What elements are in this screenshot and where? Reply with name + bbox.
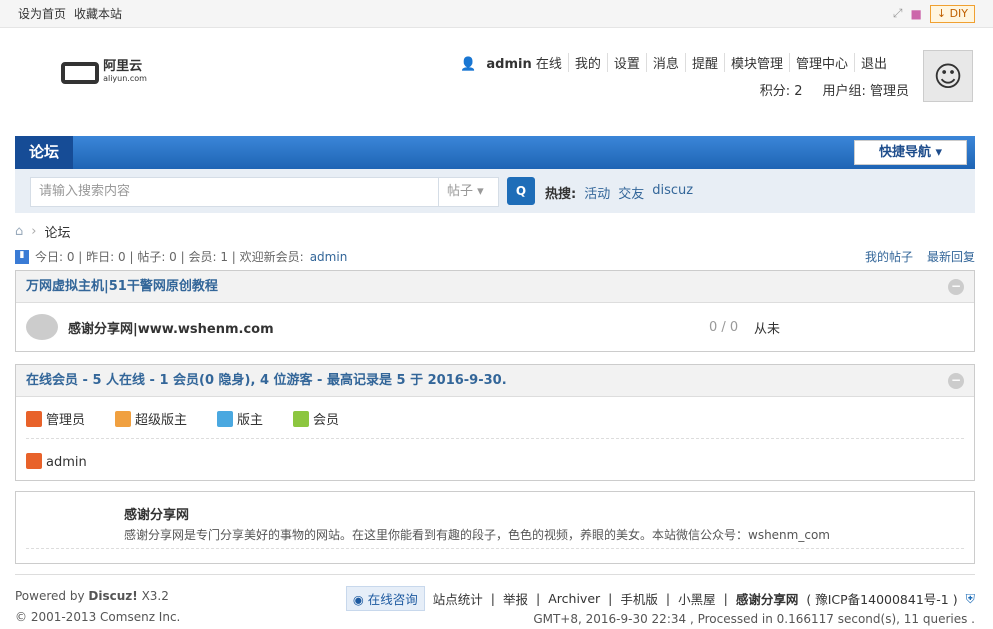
search-type-select[interactable]: 帖子 ▾: [438, 177, 499, 207]
collapse-icon[interactable]: −: [948, 279, 964, 295]
security-shield-icon[interactable]: ⛨: [966, 591, 975, 607]
logo-mark-icon: [61, 62, 99, 84]
member-icon: [293, 411, 309, 427]
product-link[interactable]: Discuz!: [88, 589, 137, 603]
consult-label: 在线咨询: [368, 592, 418, 607]
menu-settings[interactable]: 设置: [607, 53, 646, 72]
menu-my[interactable]: 我的: [568, 53, 607, 72]
main-nav: 论坛 快捷导航 ▾: [15, 136, 975, 169]
logo-name: 阿里云: [103, 59, 142, 74]
icp-link[interactable]: ( 豫ICP备14000841号-1 ): [806, 589, 957, 608]
forum-stats: ▮ 今日: 0 | 昨日: 0 | 帖子: 0 | 会员: 1 | 欢迎新会员:…: [15, 248, 975, 265]
menu-logout[interactable]: 退出: [854, 53, 893, 72]
search-bar: 请输入搜索内容 帖子 ▾ Q 热搜: 活动 交友 discuz: [15, 169, 975, 213]
footer: Powered by Discuz! X3.2 © 2001-2013 Coms…: [15, 574, 975, 575]
menu-module[interactable]: 模块管理: [724, 53, 789, 72]
category-title[interactable]: 万网虚拟主机|51干警网原创教程: [26, 279, 218, 294]
forum-counts: 0 / 0: [709, 320, 738, 335]
bookmark-link[interactable]: 收藏本站: [74, 5, 122, 22]
style-icon[interactable]: ■: [911, 7, 922, 21]
site-name-link[interactable]: 感谢分享网: [736, 589, 799, 608]
collapse-icon[interactable]: −: [948, 373, 964, 389]
credits-menu[interactable]: 积分: 2: [760, 80, 803, 99]
quick-nav-button[interactable]: 快捷导航 ▾: [854, 140, 967, 165]
menu-messages[interactable]: 消息: [646, 53, 685, 72]
site-logo[interactable]: 阿里云aliyun.com: [36, 38, 172, 108]
fullscreen-icon[interactable]: ⤢: [893, 6, 903, 21]
username-link[interactable]: admin: [486, 57, 531, 72]
legend-label: 版主: [237, 413, 263, 428]
search-input[interactable]: 请输入搜索内容: [30, 177, 440, 207]
diy-button[interactable]: ↓ DIY: [930, 5, 975, 23]
user-nav: 👤 admin 在线 我的 设置 消息 提醒 模块管理 管理中心 退出: [448, 53, 893, 72]
hot-link[interactable]: discuz: [652, 183, 693, 202]
super-mod-icon: [115, 411, 131, 427]
breadcrumb-current[interactable]: 论坛: [44, 222, 70, 241]
about-box: 感谢分享网 感谢分享网是专门分享美好的事物的网站。在这里你能看到有趣的段子，色色…: [15, 491, 975, 564]
footer-link[interactable]: 举报: [503, 589, 528, 608]
mod-icon: [217, 411, 233, 427]
footer-link[interactable]: 站点统计: [433, 589, 483, 608]
nav-forum[interactable]: 论坛: [15, 136, 73, 169]
admin-icon: [26, 453, 42, 469]
logo-sub: aliyun.com: [103, 73, 147, 85]
breadcrumb: ⌂› 论坛: [15, 222, 70, 241]
home-icon[interactable]: ⌂: [15, 224, 23, 239]
forum-icon: [26, 314, 58, 340]
admin-icon: [26, 411, 42, 427]
processed-info: GMT+8, 2016-9-30 22:34 , Processed in 0.…: [533, 612, 975, 626]
about-title: 感谢分享网: [124, 504, 974, 523]
hot-link[interactable]: 交友: [618, 183, 644, 202]
avatar[interactable]: ☺: [923, 50, 973, 102]
set-home-link[interactable]: 设为首页: [18, 5, 66, 22]
footer-link[interactable]: Archiver: [548, 591, 600, 606]
footer-link[interactable]: 手机版: [620, 589, 658, 608]
online-member-link[interactable]: admin: [46, 455, 87, 470]
about-text: 感谢分享网是专门分享美好的事物的网站。在这里你能看到有趣的段子，色色的视频，养眼…: [124, 526, 974, 543]
category-box: 万网虚拟主机|51干警网原创教程 − 感谢分享网|www.wshenm.com 0…: [15, 270, 975, 352]
forum-link[interactable]: 感谢分享网|www.wshenm.com: [68, 318, 274, 337]
top-bar: 设为首页 收藏本站 ⤢ ■ ↓ DIY: [0, 0, 993, 28]
search-type-label: 帖子: [447, 184, 473, 199]
powered-by: Powered by: [15, 589, 85, 603]
stats-text: 今日: 0 | 昨日: 0 | 帖子: 0 | 会员: 1 | 欢迎新会员:: [35, 248, 304, 265]
hot-link[interactable]: 活动: [584, 183, 610, 202]
hot-label: 热搜:: [545, 183, 576, 202]
forum-last-post: 从未: [754, 318, 780, 337]
user-icon: 👤: [454, 57, 482, 72]
search-icon: Q: [516, 184, 526, 198]
user-status: 在线: [536, 57, 562, 72]
search-button[interactable]: Q: [507, 177, 535, 205]
my-posts-link[interactable]: 我的帖子: [865, 248, 913, 265]
quick-nav-label: 快捷导航: [879, 145, 931, 160]
legend-label: 管理员: [46, 413, 85, 428]
menu-admin[interactable]: 管理中心: [789, 53, 854, 72]
online-box: 在线会员 - 5 人在线 - 1 会员(0 隐身), 4 位游客 - 最高记录是…: [15, 364, 975, 481]
legend-label: 超级版主: [135, 413, 187, 428]
legend-label: 会员: [313, 413, 339, 428]
copyright: © 2001-2013 Comsenz Inc.: [15, 610, 180, 624]
menu-notify[interactable]: 提醒: [685, 53, 724, 72]
diy-label: DIY: [950, 7, 968, 20]
version: X3.2: [142, 589, 169, 603]
stats-icon: ▮: [15, 250, 29, 264]
usergroup-menu[interactable]: 用户组: 管理员: [822, 80, 909, 99]
consult-button[interactable]: ◉ 在线咨询: [346, 586, 425, 611]
online-title[interactable]: 在线会员 - 5 人在线 - 1 会员(0 隐身), 4 位游客 - 最高记录是…: [26, 373, 507, 388]
latest-replies-link[interactable]: 最新回复: [927, 248, 975, 265]
newest-member-link[interactable]: admin: [310, 250, 348, 264]
footer-link[interactable]: 小黑屋: [678, 589, 716, 608]
